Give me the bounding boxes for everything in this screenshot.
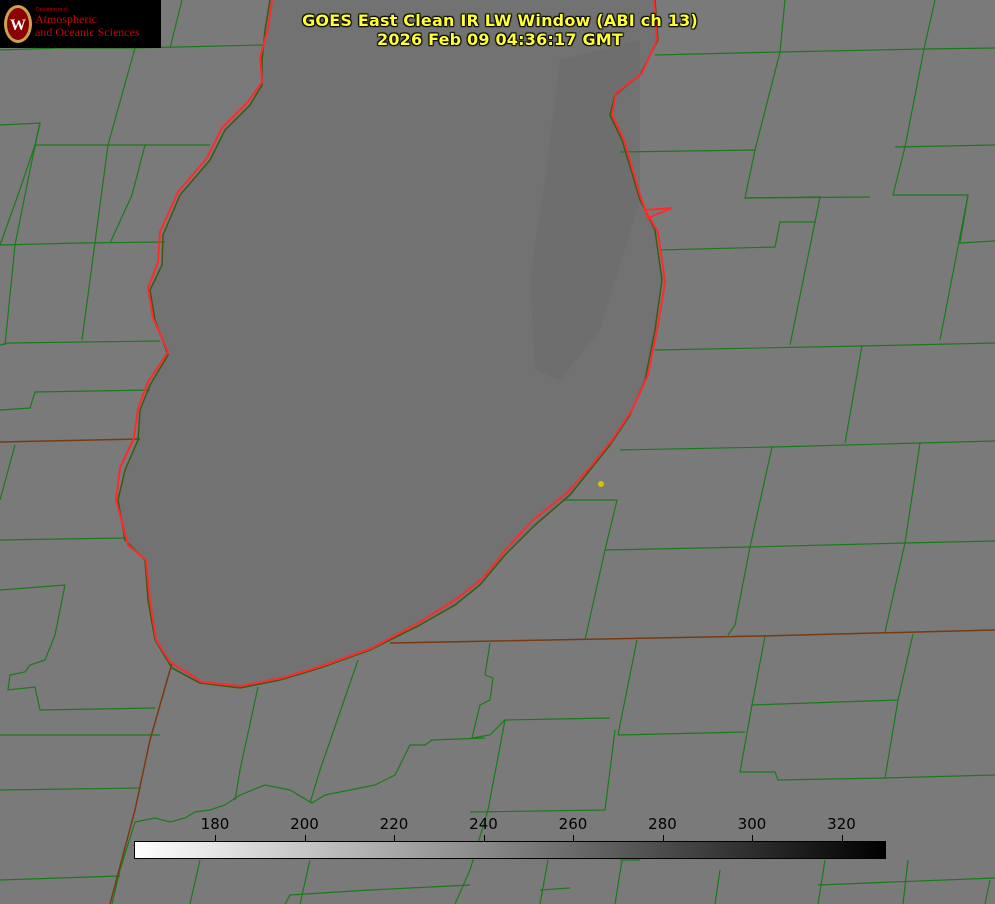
image-title: GOES East Clean IR LW Window (ABI ch 13)… [300, 11, 700, 49]
colorbar-tick-label: 180 [200, 815, 230, 833]
colorbar-tick-label: 320 [827, 815, 856, 833]
location-marker [598, 481, 604, 487]
uw-aos-logo: W Department of Atmospheric and Oceanic … [0, 0, 161, 48]
colorbar-tick-label: 300 [737, 815, 767, 833]
logo-name-line2: and Oceanic Sciences [35, 25, 140, 39]
university-seal-icon: W [4, 5, 32, 43]
colorbar-tick-label: 220 [379, 815, 409, 833]
satellite-map [0, 0, 995, 904]
colorbar [134, 841, 886, 859]
colorbar-tick-label: 240 [469, 815, 498, 833]
colorbar-tick-label: 200 [290, 815, 319, 833]
colorbar-tick-label: 280 [648, 815, 677, 833]
colorbar-tick-label: 260 [558, 815, 588, 833]
title-line2: 2026 Feb 09 04:36:17 GMT [376, 30, 624, 49]
seal-letter: W [10, 17, 26, 34]
title-line1: GOES East Clean IR LW Window (ABI ch 13) [302, 11, 698, 30]
